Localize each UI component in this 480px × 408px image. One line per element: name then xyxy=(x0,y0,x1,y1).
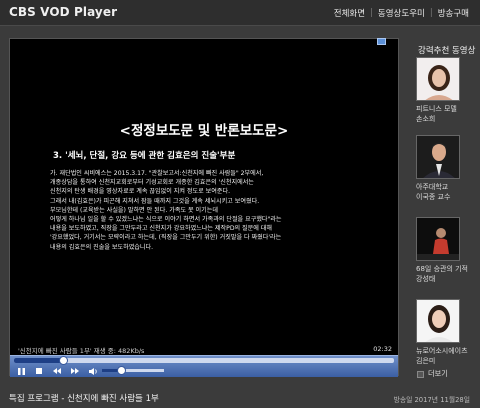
recommended-item-line: 강성태 xyxy=(416,274,436,283)
stop-icon[interactable] xyxy=(34,366,44,376)
recommended-item-line: 뉴로어소시에이츠 xyxy=(416,347,468,355)
video-caption-text: 가. 재단법인 씨비에스는 2015.3.17. "관찰보고서:신천지에 빠진 … xyxy=(50,169,370,252)
more-button[interactable]: 더보기 xyxy=(417,369,448,379)
recommended-item-label: 아주대학교 이국종 교수 xyxy=(416,183,476,202)
caption-line: 그래서 내(김효은)가 피곤해 지쳐서 잠들 때까지 그것을 계속 세뇌시키고 … xyxy=(50,197,260,205)
nav-separator: | xyxy=(429,8,433,18)
recommended-item-line: 아주대학교 xyxy=(416,183,449,191)
recommended-item-line: 68일 승관의 기적 xyxy=(416,265,468,273)
recommended-item-line: 김은미 xyxy=(416,356,436,365)
recommended-item-label: 뉴로어소시에이츠 김은미 xyxy=(416,347,476,366)
nav-separator: | xyxy=(370,8,373,18)
recommended-item-label: 피트니스 모델 손소희 xyxy=(416,105,476,124)
video-subheading: 3. '세뇌, 단절, 강요 등에 관한 김효은의 진술'부분 xyxy=(53,151,236,161)
episode-title: 특집 프로그램 - 신천지에 빠진 사람들 1부 xyxy=(9,394,159,404)
volume-handle[interactable] xyxy=(116,366,126,375)
playback-info-bar: '신천지에 빠진 사람들 1부' 재생 중: 482Kb/s 02:32 xyxy=(10,343,398,355)
caption-line: 내용을 보도하였고, 직장을 그만두라고 신천지가 강요하였느냐는 제작PD의 … xyxy=(50,225,273,233)
recommended-item-line: 손소희 xyxy=(416,114,436,123)
video-heading: <정정보도문 및 반론보도문> xyxy=(119,123,289,139)
volume-slider[interactable] xyxy=(102,366,164,375)
rewind-icon[interactable] xyxy=(52,366,62,376)
fullscreen-link[interactable]: 전체화면 xyxy=(334,7,365,19)
recommended-item-line: 피트니스 모델 xyxy=(416,105,457,113)
seek-progress xyxy=(14,358,64,363)
recommended-heading: 강력추천 동영상 xyxy=(418,46,476,56)
recommended-item[interactable]: 아주대학교 이국종 교수 xyxy=(416,135,476,202)
video-help-link[interactable]: 동영상도우미 xyxy=(378,7,425,19)
more-label: 더보기 xyxy=(428,369,448,378)
app-title: CBS VOD Player xyxy=(9,5,118,19)
caption-line: 개종상담을 통하여 신천지교회로부터 기성교회로 개종한 김효은의 '신천지에서… xyxy=(50,179,254,187)
speaker-stage-icon[interactable] xyxy=(416,217,460,261)
more-checkbox-icon xyxy=(417,370,424,378)
recommended-item-line: 이국종 교수 xyxy=(416,192,451,201)
buy-broadcast-link[interactable]: 방송구매 xyxy=(438,7,469,19)
now-playing-text: '신천지에 빠진 사람들 1부' 재생 중: 482Kb/s xyxy=(18,347,145,355)
fast-forward-icon[interactable] xyxy=(70,366,80,376)
caption-line: 부모님한테 (교육받는 사실을) 말하면 안 된다. 가족도 못 이기는데 xyxy=(50,206,218,214)
caption-line: 신천지의 탄생 배경을 영상자료로 계속 끊임없이 지켜 정도로 보여준다. xyxy=(50,188,231,196)
caption-line: 내용의 김효은의 진술을 보도하였습니다. xyxy=(50,243,154,251)
seek-bar[interactable] xyxy=(14,356,394,365)
broadcast-date: 방송일 2017년 11월28일 xyxy=(393,396,470,404)
recommended-item[interactable]: 68일 승관의 기적 강성태 xyxy=(416,217,476,284)
video-player[interactable]: <정정보도문 및 반론보도문> 3. '세뇌, 단절, 강요 등에 관한 김효은… xyxy=(9,38,399,377)
seek-handle[interactable] xyxy=(59,356,69,365)
hd-toggle-icon[interactable] xyxy=(377,38,386,45)
woman-portrait-icon[interactable] xyxy=(416,57,460,101)
woman-portrait-icon[interactable] xyxy=(416,299,460,343)
man-portrait-icon[interactable] xyxy=(416,135,460,179)
elapsed-time: 02:32 xyxy=(373,345,392,353)
pause-icon[interactable] xyxy=(16,366,26,376)
recommended-item-label: 68일 승관의 기적 강성태 xyxy=(416,265,476,284)
caption-line: '강요했었다, 거기서는 모략이라고 하는데, (직장을 그만두기 위한) 거짓… xyxy=(50,234,282,242)
caption-line: 어떻게 하나님 일을 할 수 있겠느냐는 식으로 이야기 하면서 가족과의 단절… xyxy=(50,216,282,224)
title-bar: CBS VOD Player 전체화면 | 동영상도우미 | 방송구매 xyxy=(0,0,480,26)
recommended-item[interactable]: 피트니스 모델 손소희 xyxy=(416,57,476,124)
player-controls xyxy=(10,355,398,377)
speaker-icon[interactable] xyxy=(88,366,98,376)
top-nav: 전체화면 | 동영상도우미 | 방송구매 xyxy=(334,7,469,19)
caption-line: 가. 재단법인 씨비에스는 2015.3.17. "관찰보고서:신천지에 빠진 … xyxy=(50,170,264,177)
recommended-item[interactable]: 뉴로어소시에이츠 김은미 xyxy=(416,299,476,366)
